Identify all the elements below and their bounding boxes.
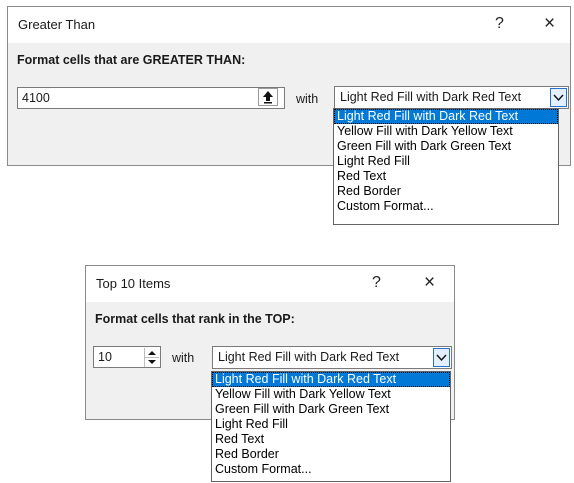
value-input[interactable]: 4100 — [17, 87, 285, 109]
dialog-title: Top 10 Items — [96, 276, 171, 291]
format-dropdown[interactable]: Light Red Fill with Dark Red Text — [212, 346, 452, 369]
help-icon[interactable]: ? — [372, 274, 381, 292]
title-bar: Greater Than ? × — [8, 7, 570, 43]
selected-format: Light Red Fill with Dark Red Text — [218, 350, 400, 364]
list-item[interactable]: Custom Format... — [334, 199, 558, 214]
format-dropdown[interactable]: Light Red Fill with Dark Red Text — [334, 86, 569, 109]
close-icon[interactable]: × — [424, 272, 435, 294]
format-options-list[interactable]: Light Red Fill with Dark Red Text Yellow… — [211, 371, 451, 482]
selected-format: Light Red Fill with Dark Red Text — [340, 90, 522, 104]
list-item[interactable]: Custom Format... — [212, 462, 450, 477]
list-item[interactable]: Red Text — [212, 432, 450, 447]
list-item[interactable]: Red Border — [212, 447, 450, 462]
list-item[interactable]: Light Red Fill — [334, 154, 558, 169]
list-item[interactable]: Green Fill with Dark Green Text — [334, 139, 558, 154]
instruction-label: Format cells that are GREATER THAN: — [17, 53, 246, 67]
format-options-list[interactable]: Light Red Fill with Dark Red Text Yellow… — [333, 108, 559, 225]
list-item[interactable]: Light Red Fill — [212, 417, 450, 432]
instruction-label: Format cells that rank in the TOP: — [95, 312, 295, 326]
value-text: 4100 — [22, 91, 50, 105]
list-item[interactable]: Yellow Fill with Dark Yellow Text — [212, 387, 450, 402]
dropdown-button[interactable] — [433, 348, 450, 367]
help-icon[interactable]: ? — [495, 15, 504, 33]
with-label: with — [172, 351, 195, 365]
collapse-dialog-button[interactable] — [258, 88, 278, 106]
spin-arrows-icon[interactable] — [145, 348, 159, 367]
list-item[interactable]: Red Border — [334, 184, 558, 199]
dialog-title: Greater Than — [18, 17, 96, 32]
title-bar: Top 10 Items ? × — [86, 266, 454, 302]
list-item[interactable]: Red Text — [334, 169, 558, 184]
chevron-down-icon — [553, 94, 564, 102]
spin-buttons[interactable] — [144, 348, 159, 367]
rank-value: 10 — [98, 350, 112, 364]
list-item[interactable]: Light Red Fill with Dark Red Text — [212, 372, 450, 387]
list-item[interactable]: Yellow Fill with Dark Yellow Text — [334, 124, 558, 139]
chevron-down-icon — [436, 354, 447, 362]
collapse-dialog-icon — [263, 91, 273, 104]
dropdown-button[interactable] — [550, 88, 567, 107]
list-item[interactable]: Light Red Fill with Dark Red Text — [334, 109, 558, 124]
list-item[interactable]: Green Fill with Dark Green Text — [212, 402, 450, 417]
with-label: with — [296, 92, 319, 106]
rank-spinner[interactable]: 10 — [93, 346, 161, 368]
close-icon[interactable]: × — [544, 13, 555, 35]
